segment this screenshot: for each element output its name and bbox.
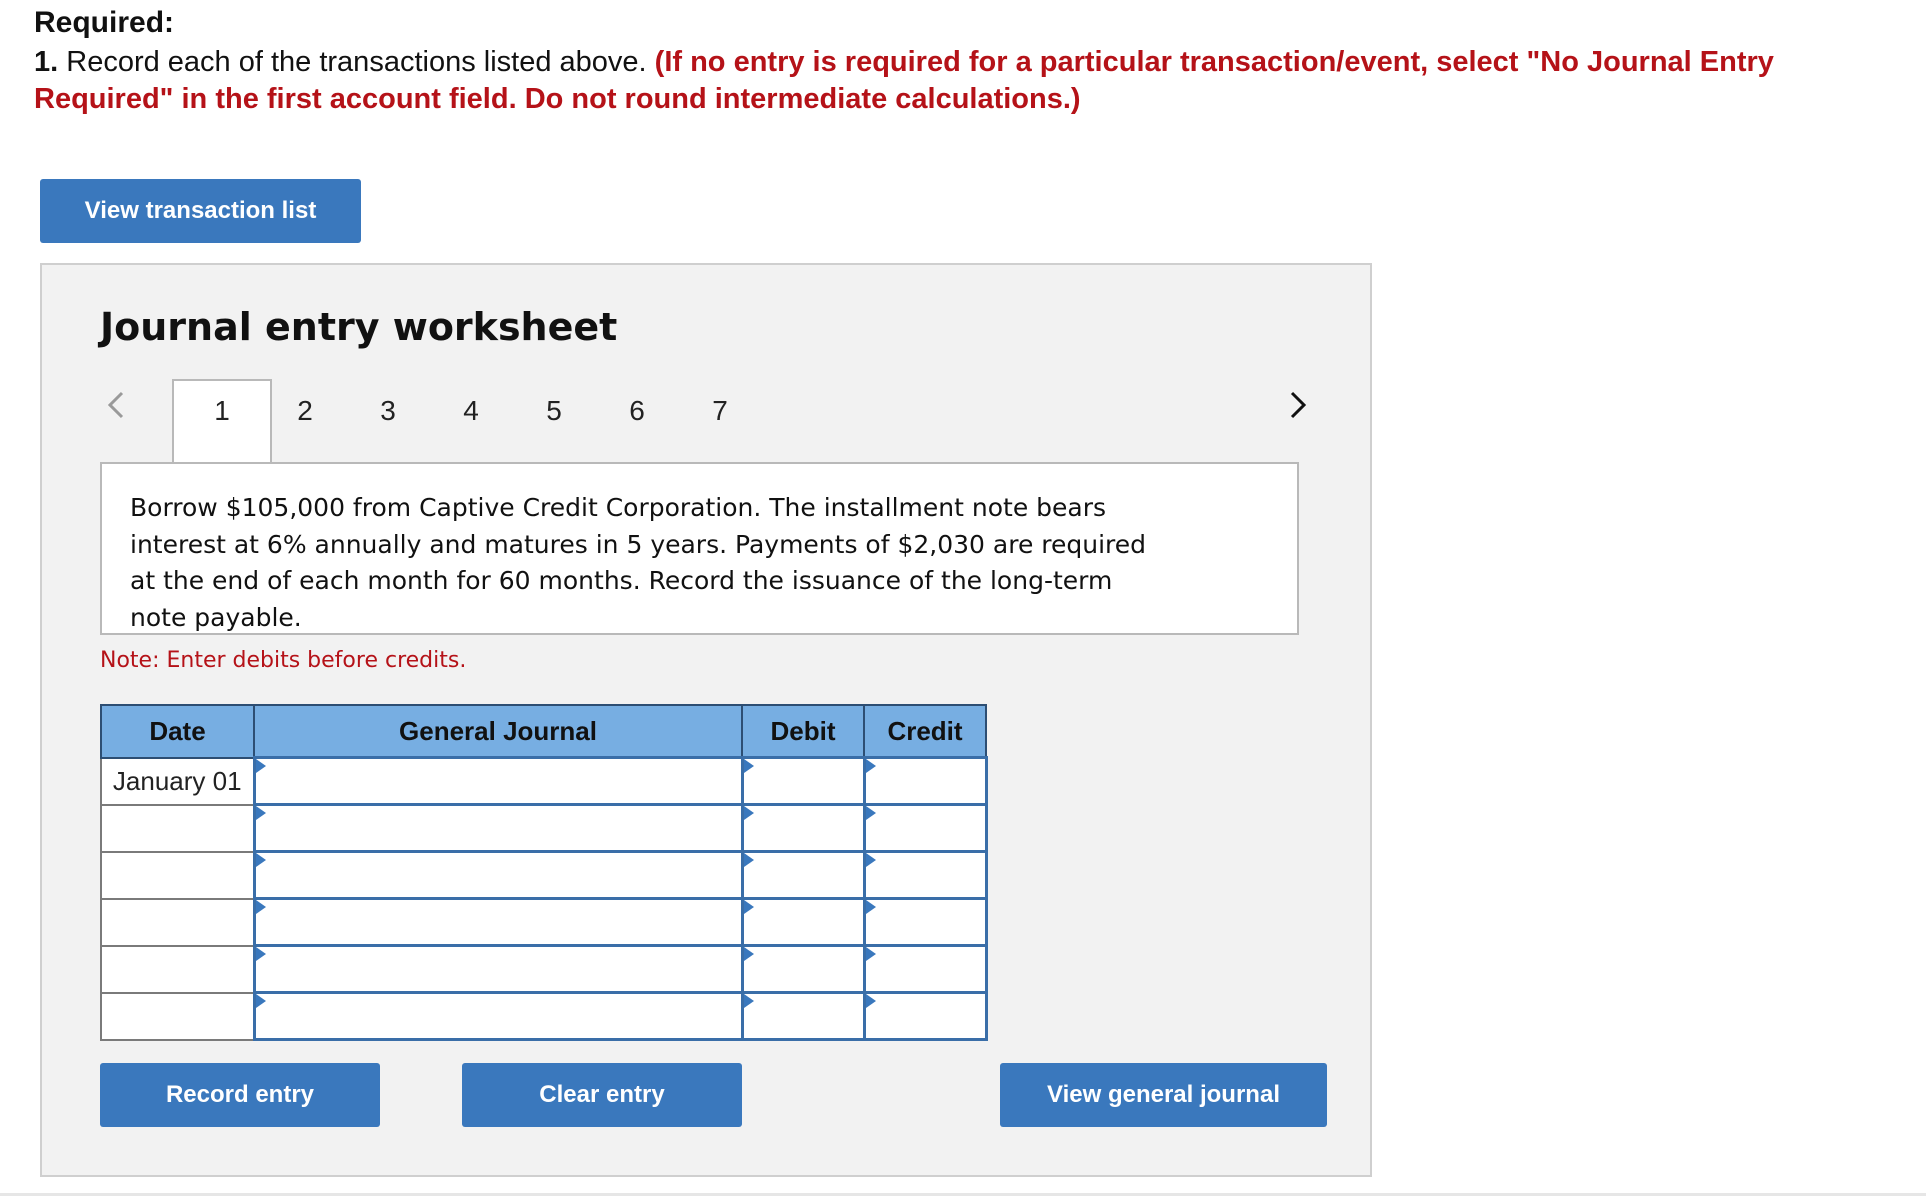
instructions: 1. Record each of the transactions liste… <box>34 44 1894 118</box>
dropdown-marker-icon <box>743 900 754 914</box>
view-transaction-list-button[interactable]: View transaction list <box>40 179 361 243</box>
transaction-description-box: Borrow $105,000 from Captive Credit Corp… <box>100 462 1299 635</box>
required-heading: Required: <box>34 6 175 39</box>
account-field[interactable] <box>252 991 744 1041</box>
date-cell <box>100 803 255 853</box>
credit-column-header: Credit <box>863 704 987 759</box>
debit-field[interactable] <box>740 991 866 1041</box>
worksheet-title: Journal entry worksheet <box>100 305 618 349</box>
tab-3[interactable]: 3 <box>358 395 418 427</box>
table-row <box>100 803 988 853</box>
debit-field[interactable] <box>740 850 866 900</box>
debit-field[interactable] <box>740 897 866 947</box>
debit-column-header: Debit <box>741 704 865 759</box>
date-cell <box>100 991 255 1041</box>
debit-field[interactable] <box>740 803 866 853</box>
dropdown-marker-icon <box>255 853 266 867</box>
dropdown-marker-icon <box>255 759 266 773</box>
dropdown-marker-icon <box>865 806 876 820</box>
debit-field[interactable] <box>740 944 866 994</box>
tab-7[interactable]: 7 <box>690 395 750 427</box>
tab-5[interactable]: 5 <box>524 395 584 427</box>
account-field[interactable] <box>252 803 744 853</box>
date-cell <box>100 897 255 947</box>
account-field[interactable] <box>252 944 744 994</box>
table-row <box>100 850 988 900</box>
table-row <box>100 991 988 1041</box>
page: Required: 1. Record each of the transact… <box>0 0 1926 1196</box>
dropdown-marker-icon <box>743 853 754 867</box>
dropdown-marker-icon <box>865 900 876 914</box>
table-row <box>100 897 988 947</box>
chevron-right-icon[interactable] <box>1282 385 1312 425</box>
dropdown-marker-icon <box>743 806 754 820</box>
account-field[interactable] <box>252 756 744 806</box>
tab-1[interactable]: 1 <box>192 395 252 427</box>
record-entry-button[interactable]: Record entry <box>100 1063 380 1127</box>
dropdown-marker-icon <box>865 853 876 867</box>
dropdown-marker-icon <box>255 994 266 1008</box>
table-row <box>100 944 988 994</box>
instruction-text: Record each of the transactions listed a… <box>58 46 655 78</box>
date-cell <box>100 944 255 994</box>
dropdown-marker-icon <box>865 759 876 773</box>
tab-4[interactable]: 4 <box>441 395 501 427</box>
table-row: January 01 <box>100 756 988 806</box>
credit-field[interactable] <box>862 991 988 1041</box>
credit-field[interactable] <box>862 944 988 994</box>
dropdown-marker-icon <box>255 900 266 914</box>
journal-table: Date General Journal Debit Credit Januar… <box>100 704 988 1041</box>
journal-entry-worksheet-panel: Journal entry worksheet 1 2 3 4 5 6 7 Bo… <box>40 263 1372 1177</box>
debit-field[interactable] <box>740 756 866 806</box>
credit-field[interactable] <box>862 897 988 947</box>
dropdown-marker-icon <box>743 994 754 1008</box>
view-general-journal-button[interactable]: View general journal <box>1000 1063 1327 1127</box>
clear-entry-button[interactable]: Clear entry <box>462 1063 742 1127</box>
dropdown-marker-icon <box>743 759 754 773</box>
item-number: 1. <box>34 46 59 78</box>
credit-field[interactable] <box>862 756 988 806</box>
date-cell <box>100 850 255 900</box>
credit-field[interactable] <box>862 850 988 900</box>
dropdown-marker-icon <box>743 947 754 961</box>
dropdown-marker-icon <box>865 947 876 961</box>
date-column-header: Date <box>100 704 255 759</box>
credit-field[interactable] <box>862 803 988 853</box>
date-cell: January 01 <box>100 756 255 806</box>
dropdown-marker-icon <box>255 947 266 961</box>
journal-table-header: Date General Journal Debit Credit <box>100 704 987 759</box>
general-journal-column-header: General Journal <box>253 704 743 759</box>
tab-2[interactable]: 2 <box>275 395 335 427</box>
transaction-description: Borrow $105,000 from Captive Credit Corp… <box>130 493 1147 632</box>
account-field[interactable] <box>252 897 744 947</box>
dropdown-marker-icon <box>255 806 266 820</box>
debits-before-credits-note: Note: Enter debits before credits. <box>100 648 467 673</box>
tab-6[interactable]: 6 <box>607 395 667 427</box>
account-field[interactable] <box>252 850 744 900</box>
chevron-left-icon[interactable] <box>102 385 132 425</box>
dropdown-marker-icon <box>865 994 876 1008</box>
